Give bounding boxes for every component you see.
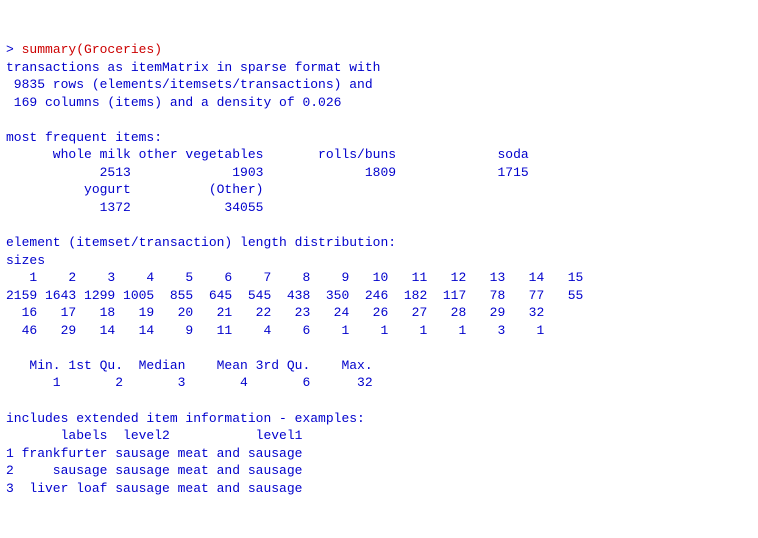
header-line-3: 169 columns (items) and a density of 0.0… <box>6 95 341 110</box>
freq-item-names-row2: yogurt (Other) <box>6 182 263 197</box>
extinfo-colhead: labels level2 level1 <box>6 428 302 443</box>
lengthdist-heading: element (itemset/transaction) length dis… <box>6 235 396 250</box>
lengthdist-counts-row-1: 2159 1643 1299 1005 855 645 545 438 350 … <box>6 288 583 303</box>
freq-heading: most frequent items: <box>6 130 162 145</box>
r-command: summary(Groceries) <box>22 42 162 57</box>
freq-item-names-row1: whole milk other vegetables rolls/buns s… <box>6 147 529 162</box>
header-line-1: transactions as itemMatrix in sparse for… <box>6 60 380 75</box>
fivenum-header: Min. 1st Qu. Median Mean 3rd Qu. Max. <box>6 358 373 373</box>
lengthdist-sizes-label: sizes <box>6 253 45 268</box>
lengthdist-sizes-row-1: 1 2 3 4 5 6 7 8 9 10 11 12 13 14 15 <box>6 270 583 285</box>
lengthdist-sizes-row-2: 16 17 18 19 20 21 22 23 24 26 27 28 29 3… <box>6 305 544 320</box>
lengthdist-counts-row-2: 46 29 14 14 9 11 4 6 1 1 1 1 3 1 <box>6 323 544 338</box>
freq-item-values-row2: 1372 34055 <box>6 200 263 215</box>
extinfo-row-2: 2 sausage sausage meat and sausage <box>6 463 302 478</box>
extinfo-row-3: 3 liver loaf sausage meat and sausage <box>6 481 302 496</box>
extinfo-heading: includes extended item information - exa… <box>6 411 365 426</box>
fivenum-values: 1 2 3 4 6 32 <box>6 375 373 390</box>
extinfo-row-1: 1 frankfurter sausage meat and sausage <box>6 446 302 461</box>
prompt-gt: > <box>6 42 22 57</box>
freq-item-values-row1: 2513 1903 1809 1715 <box>6 165 529 180</box>
header-line-2: 9835 rows (elements/itemsets/transaction… <box>6 77 373 92</box>
